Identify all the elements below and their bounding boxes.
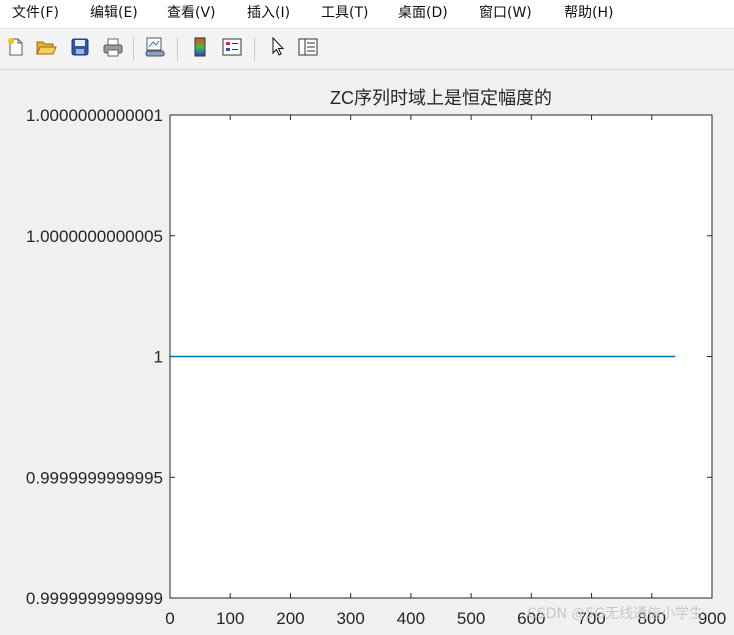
y-tick-label: 0.9999999999995 [26,468,163,487]
x-tick-label: 400 [397,609,425,628]
menu-view[interactable]: 查看(V) [165,4,218,22]
open-file-icon[interactable] [35,36,57,58]
x-tick-label: 500 [457,609,485,628]
toolbar [0,29,734,70]
x-tick-label: 200 [276,609,304,628]
link-plot-icon[interactable] [144,36,166,58]
y-tick-label: 1.0000000000001 [26,106,163,125]
menu-help[interactable]: 帮助(H) [562,4,615,22]
menu-file[interactable]: 文件(F) [10,4,61,22]
toolbar-separator [254,37,255,61]
new-figure-icon[interactable] [5,36,27,58]
watermark-text: CSDN @5G无线通信小学生 [527,606,704,622]
chart-svg[interactable]: ZC序列时域上是恒定幅度的 0 100 200 300 400 500 600 700 800 9… [0,70,734,631]
figure-canvas: ZC序列时域上是恒定幅度的 0 100 200 300 400 500 600 700 800 9… [0,70,734,631]
menu-edit[interactable]: 编辑(E) [88,4,140,22]
pointer-icon[interactable] [266,36,288,58]
legend-icon[interactable] [221,36,243,58]
x-tick-label: 100 [216,609,244,628]
chart-title: ZC序列时域上是恒定幅度的 [330,88,552,108]
menu-tools[interactable]: 工具(T) [319,4,370,22]
x-tick-label: 0 [165,609,174,628]
property-inspector-icon[interactable] [297,36,319,58]
y-tick-label: 1.0000000000005 [26,227,163,246]
print-icon[interactable] [102,36,124,58]
y-tick-label: 1 [154,348,163,367]
y-tick-label: 0.9999999999999 [26,589,163,608]
menu-desktop[interactable]: 桌面(D) [396,4,450,22]
menu-window[interactable]: 窗口(W) [477,4,534,22]
colorbar-icon[interactable] [189,36,211,58]
menu-bar: 文件(F) 编辑(E) 查看(V) 插入(I) 工具(T) 桌面(D) 窗口(W… [0,0,734,29]
x-tick-label: 300 [336,609,364,628]
save-icon[interactable] [69,36,91,58]
toolbar-separator [177,37,178,61]
menu-insert[interactable]: 插入(I) [245,4,292,22]
toolbar-separator [133,37,134,61]
